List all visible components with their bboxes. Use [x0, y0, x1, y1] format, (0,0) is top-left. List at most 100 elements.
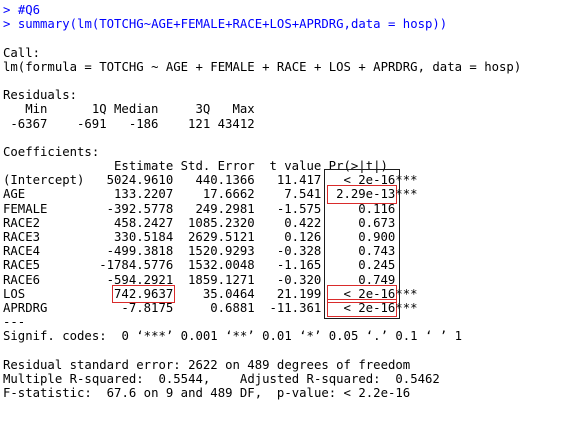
residual-value: -691 [77, 116, 107, 131]
coefficient-term: RACE5 [3, 258, 41, 273]
coefficient-row: RACE3 330.5184 2629.5121 0.126 0.900 [3, 230, 581, 244]
coefficient-row: (Intercept) 5024.9610 440.1366 11.417 < 2e-1… [3, 173, 581, 187]
coefficient-term: AGE [3, 187, 26, 202]
coefficient-std-error: 1520.9293 [188, 244, 255, 259]
coefficient-estimate: 330.5184 [114, 230, 174, 244]
residual-value: -186 [128, 116, 159, 131]
coefficient-term: (Intercept) [3, 173, 85, 188]
coefficient-p-value: 0.116 [358, 201, 396, 216]
separator-line: --- [3, 315, 26, 330]
coefficient-std-error: 17.6662 [202, 187, 255, 202]
call-formula: lm(formula = TOTCHG ~ AGE + FEMALE + RAC… [3, 59, 522, 74]
comment-text: #Q6 [17, 3, 41, 17]
coefficient-p-value: 0.749 [358, 272, 396, 287]
coefficient-estimate: -392.5778 [106, 201, 174, 216]
coefficient-std-error: 35.0464 [202, 286, 255, 301]
residuals-labels-row: Min 1Q Median 3Q Max [3, 102, 581, 116]
coefficient-estimate: -499.3818 [106, 244, 174, 259]
coefficient-t-value: 7.541 [284, 187, 322, 202]
coefficient-estimate: 5024.9610 [106, 173, 174, 188]
significance-stars: *** [395, 173, 418, 188]
coefficient-term: LOS [3, 286, 26, 301]
column-header-std-error: Std. Error [180, 159, 255, 174]
coefficient-p-value: < 2e-16 [326, 284, 398, 303]
coefficient-t-value: -0.328 [276, 244, 322, 259]
coefficient-row: RACE2 458.2427 1085.2320 0.422 0.673 [3, 216, 581, 230]
coefficient-t-value: -1.575 [276, 201, 322, 216]
residual-value: 121 [188, 116, 211, 131]
coefficient-term: RACE2 [3, 215, 41, 230]
prompt-symbol: > [3, 17, 11, 32]
coefficient-row: LOS 742.9637 35.0464 21.199 < 2e-16*** [3, 284, 581, 303]
column-header-t-value: t value [269, 159, 322, 174]
coefficient-t-value: -0.320 [276, 272, 322, 287]
comment-line: > #Q6 [3, 3, 581, 17]
residuals-header: Residuals: [3, 88, 78, 103]
coefficient-std-error: 1859.1271 [188, 272, 255, 287]
significance-stars: *** [395, 286, 418, 301]
coefficient-term: APRDRG [3, 300, 48, 315]
coefficient-std-error: 0.6881 [210, 300, 255, 315]
significance-stars: *** [395, 187, 418, 202]
coefficients-column-headers: Estimate Std. Error t value Pr(>|t|) [3, 159, 581, 173]
coefficient-estimate: -594.2921 [106, 272, 174, 287]
coefficient-estimate: 458.2427 [114, 215, 174, 230]
signif-codes-line: Signif. codes: 0 ‘***’ 0.001 ‘**’ 0.01 ‘… [3, 329, 463, 344]
coefficient-t-value: 11.417 [276, 173, 322, 188]
residual-value: 43412 [217, 116, 255, 131]
coefficient-row: RACE5 -1784.5776 1532.0048 -1.165 0.245 [3, 258, 581, 272]
coefficient-p-value: 0.743 [358, 244, 396, 259]
r-squared-line: Multiple R-squared: 0.5544, Adjusted R-s… [3, 371, 448, 386]
coefficient-t-value: 0.126 [284, 230, 322, 244]
prompt-symbol: > [3, 3, 11, 17]
coefficient-row: FEMALE -392.5778 249.2981 -1.575 0.116 [3, 202, 581, 216]
coefficient-row: RACE4 -499.3818 1520.9293 -0.328 0.743 [3, 244, 581, 258]
coefficient-std-error: 1532.0048 [188, 258, 255, 273]
coefficient-std-error: 2629.5121 [188, 230, 255, 244]
command-text[interactable]: summary(lm(TOTCHG~AGE+FEMALE+RACE+LOS+AP… [18, 17, 447, 31]
coefficient-row: RACE6 -594.2921 1859.1271 -0.320 0.749 [3, 273, 581, 287]
coefficient-std-error: 249.2981 [195, 201, 255, 216]
coefficient-p-value: 0.245 [358, 258, 396, 273]
residual-label: Min [25, 102, 48, 117]
coefficient-term: FEMALE [3, 201, 48, 216]
residual-label: 3Q [195, 102, 211, 117]
coefficient-std-error: 440.1366 [195, 173, 255, 188]
residual-label: Median [114, 102, 159, 117]
coefficient-std-error: 1085.2320 [188, 215, 255, 230]
column-header-p-value: Pr(>|t|) [328, 159, 388, 174]
coefficient-p-value: 2.29e-13 [326, 185, 398, 204]
coefficient-estimate: 742.9637 [112, 284, 176, 303]
column-header-estimate: Estimate [114, 159, 174, 174]
coefficients-header: Coefficients: [3, 144, 100, 159]
coefficient-p-value: 0.673 [358, 215, 396, 230]
coefficient-p-value: < 2e-16 [343, 173, 396, 188]
call-header: Call: [3, 45, 41, 60]
command-line[interactable]: > summary(lm(TOTCHG~AGE+FEMALE+RACE+LOS+… [3, 17, 581, 31]
residual-label: Max [232, 102, 255, 117]
coefficient-t-value: -1.165 [276, 258, 322, 273]
coefficient-t-value: 21.199 [276, 286, 322, 301]
coefficient-term: RACE3 [3, 230, 41, 244]
coefficient-t-value: 0.422 [284, 215, 322, 230]
coefficients-table: (Intercept) 5024.9610 440.1366 11.417 < 2e-1… [3, 173, 581, 318]
coefficient-p-value: < 2e-16 [326, 298, 398, 318]
r-console-output: > #Q6 > summary(lm(TOTCHG~AGE+FEMALE+RAC… [3, 3, 581, 437]
coefficient-t-value: -11.361 [269, 300, 322, 315]
coefficient-estimate: -1784.5776 [99, 258, 174, 273]
coefficient-term: RACE6 [3, 272, 41, 287]
residuals-values-row: -6367 -691 -186 121 43412 [3, 117, 581, 131]
residual-standard-error-line: Residual standard error: 2622 on 489 deg… [3, 357, 411, 372]
residual-label: 1Q [91, 102, 107, 117]
f-statistic-line: F-statistic: 67.6 on 9 and 489 DF, p-val… [3, 386, 411, 401]
coefficient-estimate: 133.2207 [114, 187, 174, 202]
coefficient-term: RACE4 [3, 244, 41, 259]
residual-value: -6367 [10, 116, 48, 131]
coefficient-row: AGE 133.2207 17.6662 7.541 2.29e-13*** [3, 185, 581, 204]
significance-stars: *** [395, 300, 418, 315]
coefficient-estimate: -7.8175 [121, 300, 174, 315]
